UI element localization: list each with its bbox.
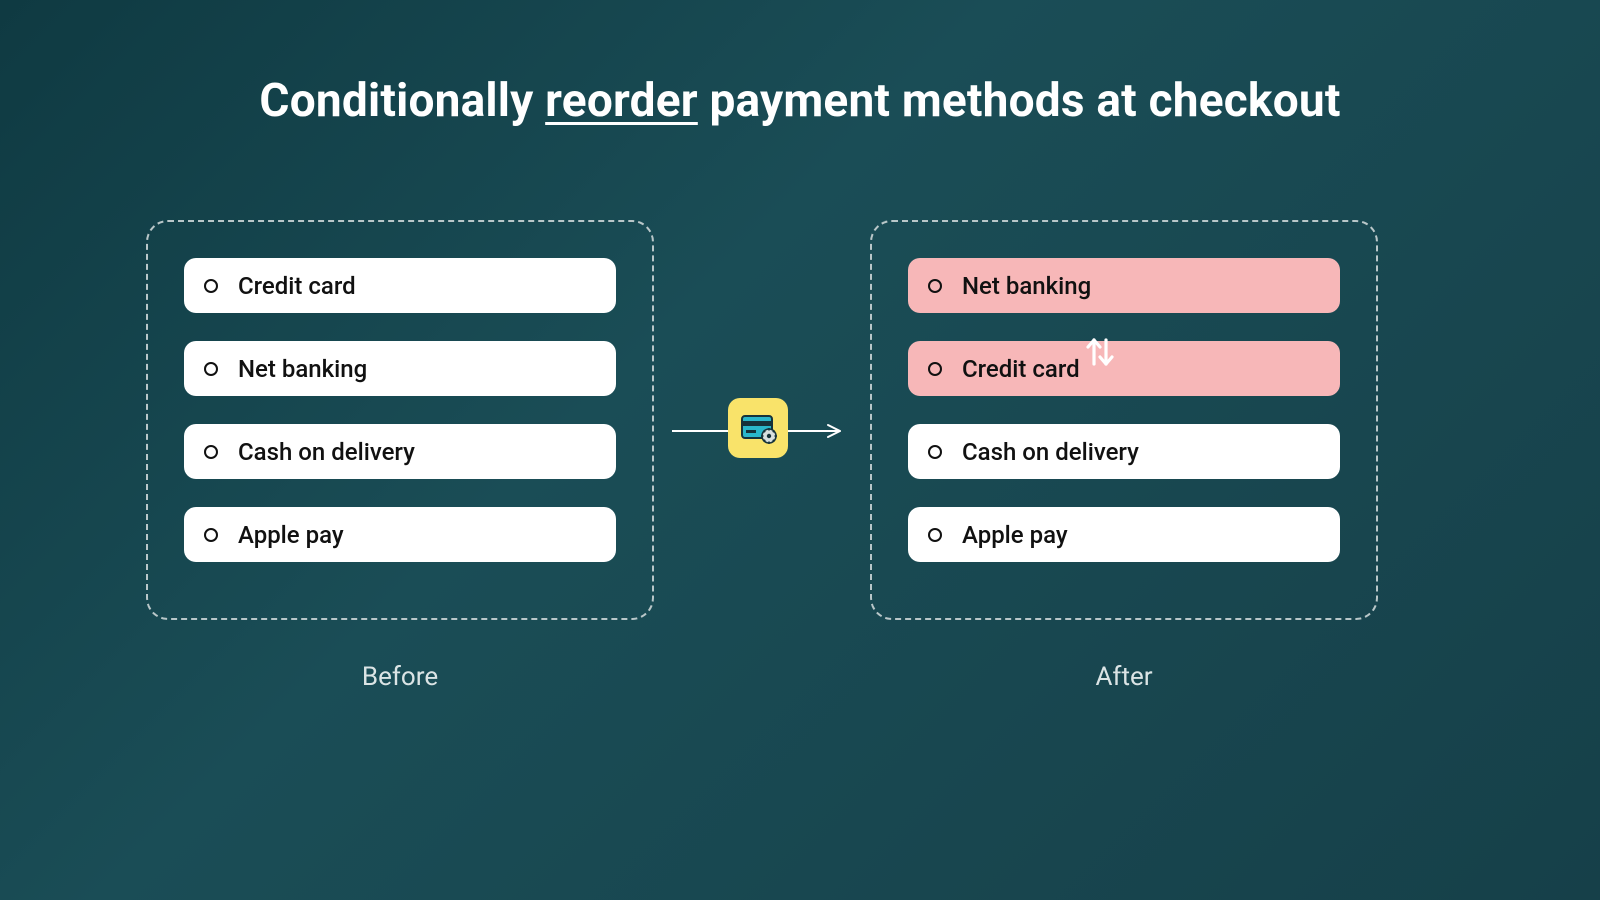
payment-option: Cash on delivery	[908, 424, 1340, 479]
radio-icon	[204, 362, 218, 376]
payment-option-label: Credit card	[238, 272, 356, 300]
payment-option: Net banking	[908, 258, 1340, 313]
after-panel: Net banking Credit card Cash on delivery…	[870, 220, 1378, 620]
title-underlined: reorder	[545, 74, 698, 128]
radio-icon	[928, 362, 942, 376]
payment-option: Apple pay	[184, 507, 616, 562]
title-pre: Conditionally	[259, 74, 545, 128]
title-post: payment methods at checkout	[698, 74, 1341, 128]
radio-icon	[928, 279, 942, 293]
radio-icon	[204, 279, 218, 293]
page-title: Conditionally reorder payment methods at…	[0, 74, 1600, 128]
swap-vertical-icon	[1078, 330, 1122, 374]
payment-option-label: Net banking	[238, 355, 367, 383]
before-options-stack: Credit card Net banking Cash on delivery…	[184, 258, 616, 562]
payment-option-label: Net banking	[962, 272, 1091, 300]
radio-icon	[928, 445, 942, 459]
payment-option: Apple pay	[908, 507, 1340, 562]
before-caption: Before	[146, 662, 654, 692]
after-options-stack: Net banking Credit card Cash on delivery…	[908, 258, 1340, 562]
payment-option: Credit card	[908, 341, 1340, 396]
payment-option-label: Cash on delivery	[962, 438, 1139, 466]
card-settings-icon	[728, 398, 788, 458]
payment-option-label: Credit card	[962, 355, 1080, 383]
payment-option: Credit card	[184, 258, 616, 313]
radio-icon	[204, 528, 218, 542]
payment-option-label: Cash on delivery	[238, 438, 415, 466]
before-panel: Credit card Net banking Cash on delivery…	[146, 220, 654, 620]
payment-option-label: Apple pay	[238, 521, 344, 549]
payment-option-label: Apple pay	[962, 521, 1068, 549]
radio-icon	[204, 445, 218, 459]
payment-option: Net banking	[184, 341, 616, 396]
after-caption: After	[870, 662, 1378, 692]
payment-option: Cash on delivery	[184, 424, 616, 479]
radio-icon	[928, 528, 942, 542]
